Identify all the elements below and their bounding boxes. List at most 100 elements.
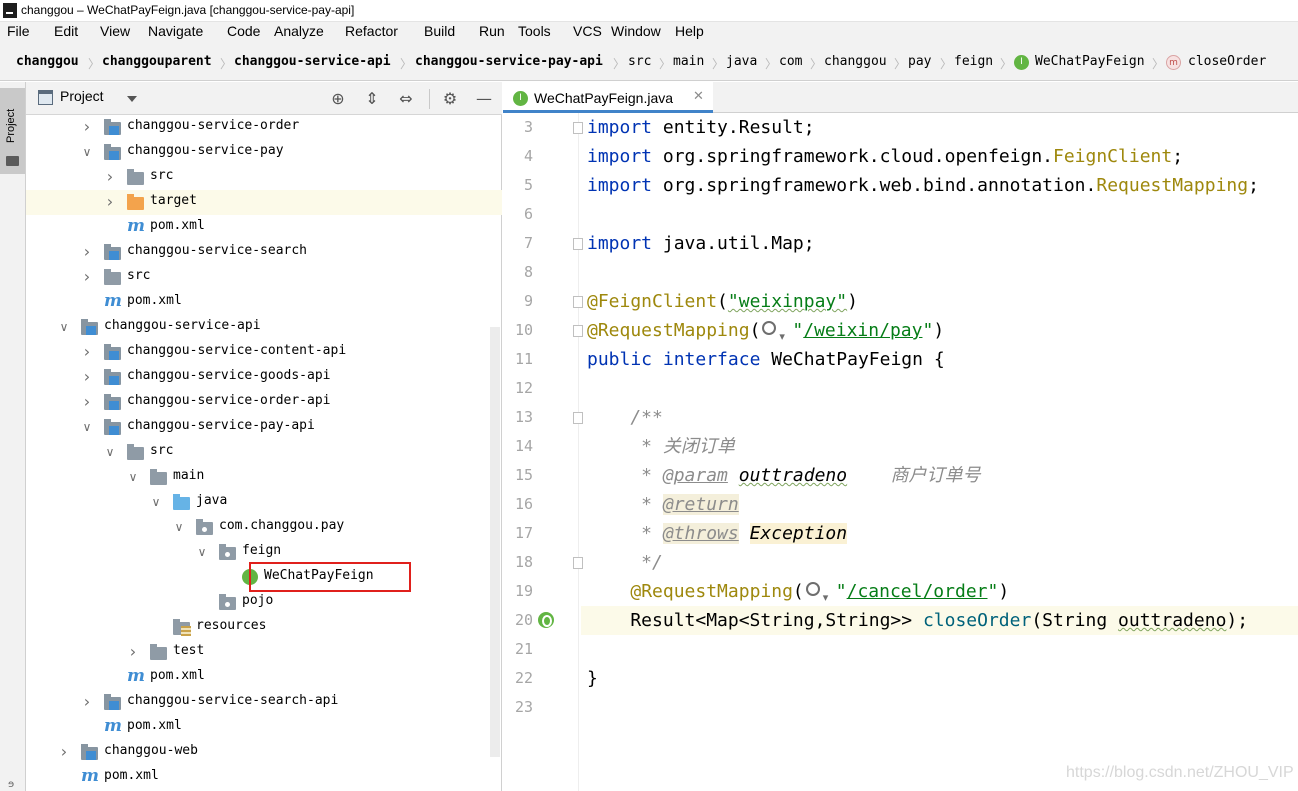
left-tool-strip: Project ɘ <box>0 82 26 791</box>
tree-row[interactable]: › test <box>26 640 502 665</box>
menu-navigate[interactable]: Navigate <box>148 23 203 39</box>
line-number: 7 <box>523 234 533 252</box>
chevron-down-icon[interactable]: ∨ <box>149 495 163 509</box>
web-endpoint-icon[interactable]: ▾ <box>760 318 792 343</box>
breadcrumb-item[interactable]: pay <box>908 54 931 69</box>
menu-code[interactable]: Code <box>227 23 260 39</box>
chevron-down-icon[interactable]: ∨ <box>80 145 94 159</box>
chevron-down-icon[interactable]: ∨ <box>57 320 71 334</box>
menu-help[interactable]: Help <box>675 23 704 39</box>
tree-row[interactable]: › changgou-service-order-api <box>26 390 502 415</box>
menu-file[interactable]: File <box>7 23 30 39</box>
breadcrumb-item[interactable]: changgou-service-pay-api <box>415 54 603 69</box>
code-line: import java.util.Map; <box>587 233 815 254</box>
scrollbar-thumb[interactable] <box>490 327 500 757</box>
menu-vcs[interactable]: VCS <box>573 23 602 39</box>
project-panel-title[interactable]: Project <box>60 88 104 104</box>
chevron-down-icon[interactable]: ∨ <box>172 520 186 534</box>
breadcrumb-item[interactable]: com <box>779 54 802 69</box>
tree-row[interactable]: ∨ changgou-service-api <box>26 315 502 340</box>
tree-row[interactable]: › changgou-service-search-api <box>26 690 502 715</box>
breadcrumb-item[interactable]: main <box>673 54 704 69</box>
chevron-down-icon[interactable]: ∨ <box>195 545 209 559</box>
breadcrumb-separator: 〉 <box>765 57 778 71</box>
tree-row[interactable]: m pom.xml <box>26 665 502 690</box>
project-tool-tab[interactable]: Project <box>0 88 25 174</box>
chevron-right-icon[interactable]: › <box>80 119 94 135</box>
tree-row[interactable]: resources <box>26 615 502 640</box>
tree-row[interactable]: › src <box>26 165 502 190</box>
tree-row[interactable]: › changgou-service-content-api <box>26 340 502 365</box>
web-endpoint-icon[interactable]: ▾ <box>804 579 836 604</box>
chevron-right-icon[interactable]: › <box>57 744 71 760</box>
tree-row[interactable]: m pom.xml <box>26 290 502 315</box>
breadcrumb-item[interactable]: WeChatPayFeign <box>1035 54 1145 69</box>
tree-row[interactable]: › src <box>26 265 502 290</box>
menu-tools[interactable]: Tools <box>518 23 551 39</box>
menu-view[interactable]: View <box>100 23 130 39</box>
tree-row[interactable]: ∨ changgou-service-pay <box>26 140 502 165</box>
tab-wechatpayfeign[interactable]: I WeChatPayFeign.java ✕ <box>503 82 713 113</box>
tree-row[interactable]: › changgou-service-goods-api <box>26 365 502 390</box>
menu-window[interactable]: Window <box>611 23 661 39</box>
chevron-down-icon[interactable]: ∨ <box>80 420 94 434</box>
line-number: 8 <box>523 263 533 281</box>
breadcrumb-item[interactable]: changgou <box>824 54 887 69</box>
tree-row[interactable]: m pom.xml <box>26 765 502 790</box>
chevron-right-icon[interactable]: › <box>126 644 140 660</box>
breadcrumb-item[interactable]: changgou <box>16 54 79 69</box>
collapse-all-icon[interactable]: ⇔ <box>396 89 416 109</box>
code-area[interactable]: import entity.Result; import org.springf… <box>581 113 1298 791</box>
menu-edit[interactable]: Edit <box>54 23 78 39</box>
breadcrumb-item[interactable]: closeOrder <box>1188 54 1266 69</box>
breadcrumb-item[interactable]: changgou-service-api <box>234 54 391 69</box>
gear-icon[interactable]: ⚙ <box>440 89 460 109</box>
chevron-down-icon[interactable]: ∨ <box>103 445 117 459</box>
code-line: /** <box>587 407 663 428</box>
menu-build[interactable]: Build <box>424 23 455 39</box>
tree-row[interactable]: › changgou-service-search <box>26 240 502 265</box>
tree-row[interactable]: ∨ java <box>26 490 502 515</box>
chevron-right-icon[interactable]: › <box>80 394 94 410</box>
menu-analyze[interactable]: Analyze <box>274 23 324 39</box>
tree-row[interactable]: › target <box>26 190 502 215</box>
breadcrumb-separator: 〉 <box>1000 57 1013 71</box>
minimize-icon[interactable]: — <box>474 89 494 109</box>
tree-item-label: pom.xml <box>150 218 205 233</box>
folder-icon <box>6 156 19 166</box>
chevron-right-icon[interactable]: › <box>80 269 94 285</box>
locate-file-icon[interactable]: ⊕ <box>328 89 348 109</box>
chevron-right-icon[interactable]: › <box>103 194 117 210</box>
chevron-right-icon[interactable]: › <box>80 344 94 360</box>
code-line: */ <box>587 552 663 573</box>
menu-refactor[interactable]: Refactor <box>345 23 398 39</box>
tree-row[interactable]: m pom.xml <box>26 215 502 240</box>
chevron-right-icon[interactable]: › <box>80 369 94 385</box>
menu-run[interactable]: Run <box>479 23 505 39</box>
chevron-down-icon[interactable] <box>127 96 137 102</box>
line-number: 22 <box>514 669 533 687</box>
implementation-gutter-icon[interactable] <box>538 612 554 628</box>
breadcrumb-separator: 〉 <box>220 57 233 71</box>
chevron-down-icon[interactable]: ∨ <box>126 470 140 484</box>
breadcrumb-item[interactable]: java <box>726 54 757 69</box>
expand-all-icon[interactable]: ⇕ <box>362 89 382 109</box>
close-icon[interactable]: ✕ <box>693 89 704 104</box>
tree-row[interactable]: ∨ changgou-service-pay-api <box>26 415 502 440</box>
tree-row[interactable]: ∨ main <box>26 465 502 490</box>
breadcrumb: changgou 〉 changgouparent 〉 changgou-ser… <box>0 43 1298 81</box>
tree-row[interactable]: ∨ src <box>26 440 502 465</box>
tree-row[interactable]: ∨ com.changgou.pay <box>26 515 502 540</box>
chevron-right-icon[interactable]: › <box>80 244 94 260</box>
tree-item-label: changgou-service-goods-api <box>127 368 331 383</box>
project-panel: Project ⊕ ⇕ ⇔ ⚙ — › changgou-service-orde… <box>26 82 502 791</box>
breadcrumb-item[interactable]: changgouparent <box>102 54 212 69</box>
tree-row[interactable]: m pom.xml <box>26 715 502 740</box>
tree-row[interactable]: › changgou-service-order <box>26 115 502 140</box>
tree-row[interactable]: › changgou-web <box>26 740 502 765</box>
chevron-right-icon[interactable]: › <box>80 694 94 710</box>
breadcrumb-item[interactable]: src <box>628 54 651 69</box>
breadcrumb-item[interactable]: feign <box>954 54 993 69</box>
tree-row[interactable]: pojo <box>26 590 502 615</box>
chevron-right-icon[interactable]: › <box>103 169 117 185</box>
